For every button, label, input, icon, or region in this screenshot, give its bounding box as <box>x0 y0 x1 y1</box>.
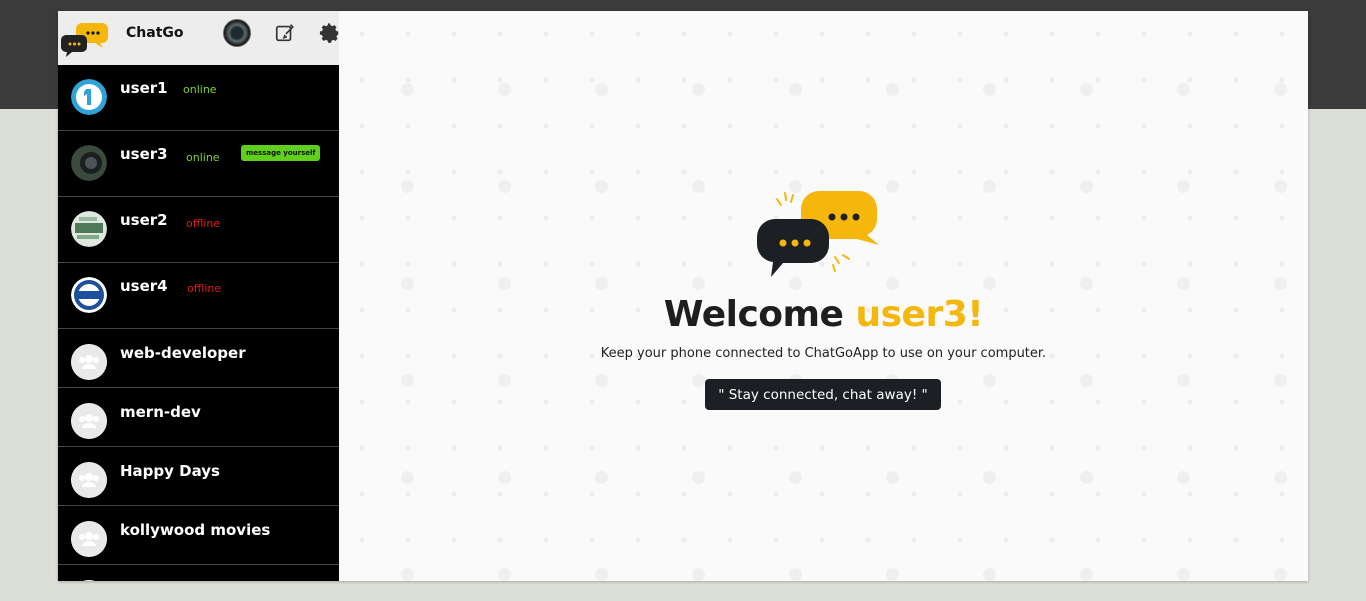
welcome-heading: Welcome user3! <box>339 294 1308 335</box>
user3-avatar <box>71 145 107 181</box>
group-item-happy-days[interactable]: Happy Days <box>58 447 339 506</box>
status-online: online <box>186 151 220 164</box>
contact-name: user1 <box>120 79 168 97</box>
group-icon <box>71 462 107 498</box>
contact-item-user2[interactable]: user2 offline <box>58 197 339 263</box>
contact-name: user4 <box>120 277 168 295</box>
user1-avatar <box>71 79 107 115</box>
contact-item-user4[interactable]: user4 offline <box>58 263 339 329</box>
status-online: online <box>183 83 217 96</box>
group-item-partial[interactable] <box>58 565 339 581</box>
status-offline: offline <box>187 282 222 295</box>
edit-icon[interactable] <box>274 22 296 44</box>
app-brand: ChatGo <box>126 25 184 41</box>
contact-item-user3[interactable]: user3 online message yourself <box>58 131 339 197</box>
contact-name: user3 <box>120 145 168 163</box>
gear-icon[interactable] <box>319 22 339 44</box>
group-item-kollywood-movies[interactable]: kollywood movies <box>58 506 339 565</box>
group-icon <box>71 580 107 581</box>
welcome-panel: Welcome user3! Keep your phone connected… <box>339 11 1308 581</box>
tagline-badge: " Stay connected, chat away! " <box>705 379 941 410</box>
group-name: mern-dev <box>120 403 201 421</box>
status-offline: offline <box>186 217 221 230</box>
chat-bubbles-logo <box>757 191 879 277</box>
user4-avatar <box>71 277 107 313</box>
welcome-prefix: Welcome <box>663 294 856 335</box>
current-user-avatar[interactable] <box>223 19 251 47</box>
welcome-username: user3! <box>855 294 984 335</box>
group-item-mern-dev[interactable]: mern-dev <box>58 388 339 447</box>
message-yourself-badge: message yourself <box>241 145 321 161</box>
contact-item-user1[interactable]: user1 online <box>58 65 339 131</box>
group-icon <box>71 403 107 439</box>
user2-avatar <box>71 211 107 247</box>
group-icon <box>71 344 107 380</box>
chatgo-logo <box>61 23 108 57</box>
group-name: web-developer <box>120 344 246 362</box>
group-icon <box>71 521 107 557</box>
chat-list: user1 online user3 online message yourse… <box>58 65 339 581</box>
chat-app-window: ChatGo user1 online user3 online message… <box>58 11 1308 581</box>
contact-name: user2 <box>120 211 168 229</box>
group-name: kollywood movies <box>120 521 271 539</box>
group-item-web-developer[interactable]: web-developer <box>58 329 339 388</box>
sidebar-header: ChatGo <box>58 11 339 65</box>
welcome-subtitle: Keep your phone connected to ChatGoApp t… <box>600 346 1047 361</box>
sidebar: ChatGo user1 online user3 online message… <box>58 11 339 581</box>
group-name: Happy Days <box>120 462 220 480</box>
